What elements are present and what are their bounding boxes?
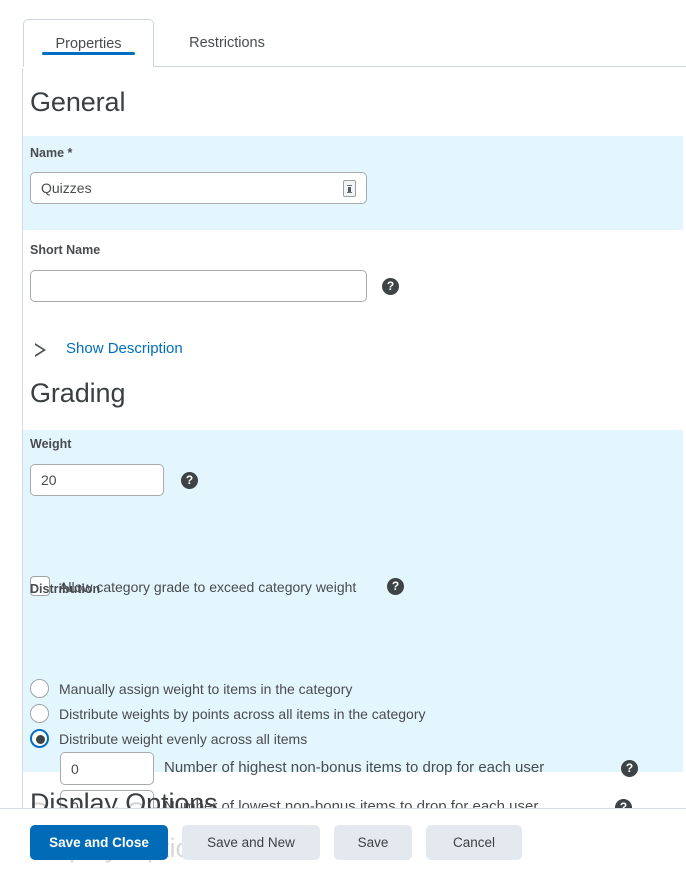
section-heading-grading: Grading xyxy=(30,378,126,408)
short-name-input[interactable] xyxy=(30,270,367,302)
drop-highest-label: Number of highest non-bonus items to dro… xyxy=(164,759,545,776)
drop-lowest-help-icon[interactable]: ? xyxy=(615,799,632,808)
drop-highest-help-icon[interactable]: ? xyxy=(621,760,638,777)
cancel-button[interactable]: Cancel xyxy=(426,825,522,860)
settings-form-scroll-area: General Name * Short Name ? Show Descrip… xyxy=(0,68,686,808)
tab-active-indicator xyxy=(42,52,135,55)
tab-restrictions-label: Restrictions xyxy=(189,35,265,51)
name-input[interactable] xyxy=(30,172,367,204)
save-and-close-button[interactable]: Save and Close xyxy=(30,825,168,860)
form-action-bar: Display Options Save and Close Save and … xyxy=(0,808,686,869)
section-heading-general: General xyxy=(30,87,126,117)
tab-restrictions[interactable]: Restrictions xyxy=(154,19,300,67)
distribution-label: Distribution xyxy=(30,582,101,596)
triangle-right-icon-inner xyxy=(35,345,43,355)
radio-distribute-evenly[interactable] xyxy=(30,729,49,748)
text-resize-grip-icon[interactable] xyxy=(343,180,356,197)
save-and-new-button[interactable]: Save and New xyxy=(182,825,320,860)
weight-input[interactable] xyxy=(30,464,164,496)
short-name-field-label: Short Name xyxy=(30,243,101,257)
save-button[interactable]: Save xyxy=(334,825,412,860)
tab-strip: Properties Restrictions xyxy=(0,0,686,68)
weight-field-label: Weight xyxy=(30,437,72,451)
drop-highest-input[interactable] xyxy=(60,752,154,785)
allow-exceed-weight-help-icon[interactable]: ? xyxy=(387,578,404,595)
radio-distribute-evenly-label: Distribute weight evenly across all item… xyxy=(59,731,308,747)
name-field-label: Name * xyxy=(30,146,73,160)
show-description-label: Show Description xyxy=(66,340,183,357)
allow-exceed-weight-label: Allow category grade to exceed category … xyxy=(59,579,357,595)
tab-properties-label: Properties xyxy=(55,36,122,52)
tab-properties[interactable]: Properties xyxy=(23,19,154,67)
drop-lowest-label: Number of lowest non-bonus items to drop… xyxy=(164,798,539,808)
radio-distribute-by-points[interactable] xyxy=(30,704,49,723)
radio-manual-assign-weight-label: Manually assign weight to items in the c… xyxy=(59,681,353,697)
radio-manual-assign-weight[interactable] xyxy=(30,679,49,698)
short-name-help-icon[interactable]: ? xyxy=(382,278,399,295)
weight-help-icon[interactable]: ? xyxy=(181,472,198,489)
radio-distribute-by-points-label: Distribute weights by points across all … xyxy=(59,706,426,722)
